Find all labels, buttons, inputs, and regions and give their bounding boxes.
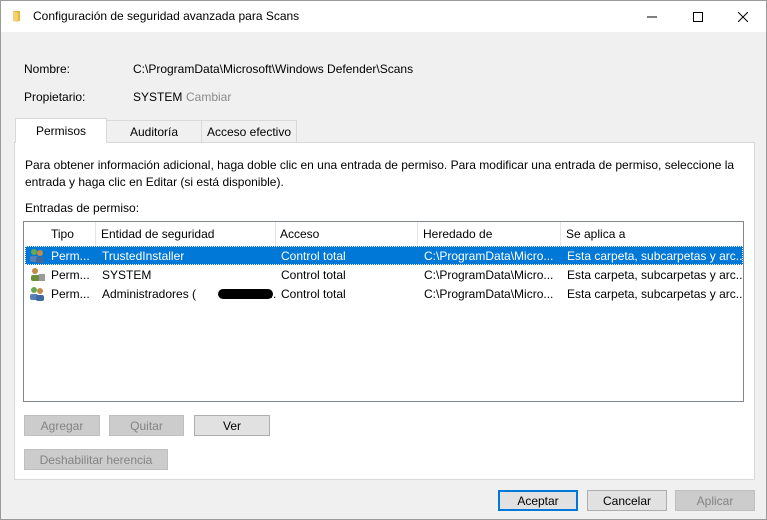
tab-acceso-efectivo[interactable]: Acceso efectivo xyxy=(201,120,297,142)
cell-aplica: Esta carpeta, subcarpetas y arc... xyxy=(567,248,743,263)
advanced-security-dialog: Configuración de seguridad avanzada para… xyxy=(0,0,767,520)
close-icon xyxy=(738,11,748,22)
tab-permisos[interactable]: Permisos xyxy=(15,118,107,143)
add-button[interactable]: Agregar xyxy=(24,415,100,436)
users-icon xyxy=(28,247,46,264)
entries-label: Entradas de permiso: xyxy=(25,201,140,215)
name-label: Nombre: xyxy=(24,62,71,76)
owner-value: SYSTEM xyxy=(133,90,183,104)
owner-label: Propietario: xyxy=(24,90,86,104)
table-row[interactable]: Perm... SYSTEM Control total C:\ProgramD… xyxy=(25,265,743,284)
users-icon xyxy=(28,285,46,302)
cell-acceso: Control total xyxy=(281,248,346,263)
column-header-acceso[interactable]: Acceso xyxy=(275,222,418,246)
title-bar: Configuración de seguridad avanzada para… xyxy=(1,1,766,32)
column-header-entidad[interactable]: Entidad de seguridad xyxy=(96,222,276,246)
close-button[interactable] xyxy=(720,1,766,32)
help-text-line1: Para obtener información adicional, haga… xyxy=(25,158,735,172)
cell-acceso: Control total xyxy=(281,286,346,301)
user-icon xyxy=(28,266,46,283)
minimize-icon xyxy=(647,16,657,17)
folder-icon xyxy=(11,9,25,23)
cell-aplica: Esta carpeta, subcarpetas y arc... xyxy=(567,286,743,301)
name-value: C:\ProgramData\Microsoft\Windows Defende… xyxy=(133,62,414,76)
cell-tipo: Perm... xyxy=(51,286,90,301)
table-row[interactable]: Perm... Administradores ( \A... Control … xyxy=(25,284,743,303)
disable-inheritance-button[interactable]: Deshabilitar herencia xyxy=(24,449,168,470)
cell-tipo: Perm... xyxy=(51,267,90,282)
column-header-heredado[interactable]: Heredado de xyxy=(418,222,561,246)
remove-button[interactable]: Quitar xyxy=(109,415,184,436)
cell-entidad: TrustedInstaller xyxy=(102,248,185,263)
tab-auditoria[interactable]: Auditoría xyxy=(106,120,202,142)
cancel-button[interactable]: Cancelar xyxy=(587,490,667,511)
cell-heredado: C:\ProgramData\Micro... xyxy=(424,248,554,263)
minimize-button[interactable] xyxy=(629,1,675,32)
column-header-tipo[interactable]: Tipo xyxy=(46,222,96,246)
permission-entries-list[interactable]: Tipo Entidad de seguridad Acceso Heredad… xyxy=(23,221,744,402)
cell-entidad: SYSTEM xyxy=(102,267,152,282)
list-header: Tipo Entidad de seguridad Acceso Heredad… xyxy=(24,222,743,246)
cell-entidad-suffix: \A... xyxy=(255,286,276,301)
view-button[interactable]: Ver xyxy=(194,415,270,436)
table-row[interactable]: Perm... TrustedInstaller Control total C… xyxy=(25,246,743,265)
cell-heredado: C:\ProgramData\Micro... xyxy=(424,286,554,301)
column-header-aplica[interactable]: Se aplica a xyxy=(561,222,743,246)
accept-button[interactable]: Aceptar xyxy=(498,490,578,511)
window-title: Configuración de seguridad avanzada para… xyxy=(33,9,300,23)
apply-button[interactable]: Aplicar xyxy=(675,490,755,511)
cell-aplica: Esta carpeta, subcarpetas y arc... xyxy=(567,267,743,282)
cell-tipo: Perm... xyxy=(51,248,90,263)
cell-heredado: C:\ProgramData\Micro... xyxy=(424,267,554,282)
maximize-icon xyxy=(693,11,703,22)
maximize-button[interactable] xyxy=(675,1,721,32)
change-owner-link[interactable]: Cambiar xyxy=(186,90,231,104)
cell-acceso: Control total xyxy=(281,267,346,282)
help-text-line2: entrada y haga clic en Editar (si está d… xyxy=(25,175,284,189)
